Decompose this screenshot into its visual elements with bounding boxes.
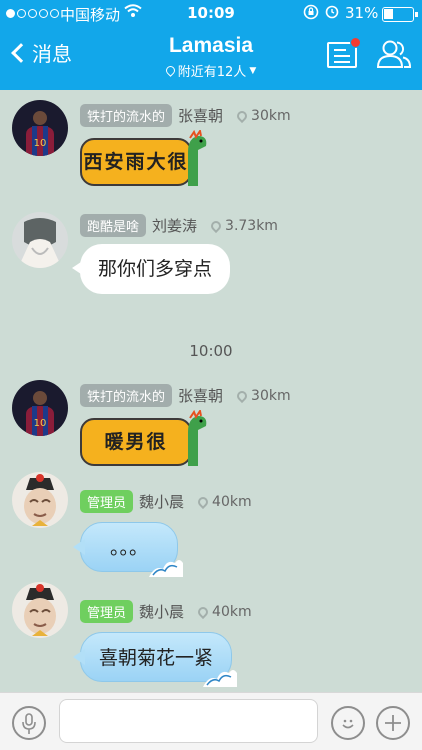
sender-name[interactable]: 刘姜涛 (152, 215, 197, 236)
text-bubble[interactable]: 喜朝菊花一紧 (73, 632, 238, 687)
sticker-message[interactable]: 暖男很 (80, 410, 207, 472)
nearby-selector[interactable]: 附近有12人 ▼ (111, 61, 311, 80)
emoji-button[interactable] (331, 706, 365, 740)
message-header: 铁打的流水的 张喜朝 30km (80, 384, 291, 407)
distance: 30km (251, 107, 291, 124)
wave-decoration-icon (203, 670, 238, 687)
message-text: 那你们多穿点 (98, 258, 213, 280)
people-icon (376, 40, 412, 68)
admin-tag: 管理员 (80, 490, 134, 513)
message-header: 铁打的流水的 张喜朝 30km (80, 104, 291, 127)
avatar[interactable] (12, 582, 68, 638)
nearby-count: 附近有12人 (177, 65, 247, 80)
chevron-down-icon: ▼ (249, 65, 257, 76)
location-pin-icon (234, 388, 250, 403)
wave-decoration-icon (149, 560, 183, 577)
sender-name[interactable]: 魏小晨 (139, 491, 184, 512)
smiley-icon (342, 719, 354, 729)
time-divider: 10:00 (189, 342, 233, 360)
list-button[interactable] (327, 37, 361, 68)
title-area[interactable]: Lamasia 附近有12人 ▼ (111, 34, 311, 80)
message-text: 喜朝菊花一紧 (99, 647, 214, 669)
user-title-tag: 跑酷是啥 (80, 214, 147, 237)
avatar[interactable] (12, 472, 68, 528)
message-text: 。。。 (109, 537, 148, 559)
notification-badge (350, 37, 361, 48)
message-header: 管理员 魏小晨 40km (80, 490, 252, 513)
avatar[interactable] (12, 212, 68, 268)
sticker-message[interactable]: 西安雨大很 (80, 130, 207, 192)
distance: 40km (212, 493, 252, 510)
user-title-tag: 铁打的流水的 (80, 104, 173, 127)
distance: 3.73km (225, 217, 278, 234)
location-pin-icon (234, 108, 250, 123)
rotation-lock-icon (303, 4, 319, 24)
group-members-button[interactable] (375, 38, 413, 74)
sender-name[interactable]: 魏小晨 (139, 601, 184, 622)
distance: 30km (251, 387, 291, 404)
message-header: 跑酷是啥 刘姜涛 3.73km (80, 214, 278, 237)
avatar[interactable]: 10 (12, 100, 68, 156)
battery-icon (382, 7, 418, 22)
sticker-text: 西安雨大很 (83, 151, 189, 173)
text-bubble[interactable]: 。。。 (73, 522, 183, 577)
location-pin-icon (163, 64, 177, 77)
plus-button[interactable] (376, 706, 410, 740)
svg-text:10: 10 (34, 418, 47, 429)
chevron-left-icon (11, 42, 31, 63)
top-bar: 中国移动 10:09 31% 消息 Lamasia 附近有12人 ▼ (0, 0, 422, 90)
voice-button[interactable] (12, 706, 46, 740)
battery-percent: 31% (345, 4, 379, 22)
sender-name[interactable]: 张喜朝 (178, 105, 223, 126)
svg-text:10: 10 (34, 138, 47, 149)
back-label: 消息 (32, 42, 72, 66)
back-button[interactable]: 消息 (8, 38, 72, 67)
status-bar: 中国移动 10:09 31% (0, 0, 422, 28)
chat-input-bar (0, 692, 422, 750)
admin-tag: 管理员 (80, 600, 134, 623)
avatar[interactable]: 10 (12, 380, 68, 436)
text-bubble[interactable]: 那你们多穿点 (72, 244, 231, 294)
page-title: Lamasia (168, 34, 254, 57)
sender-name[interactable]: 张喜朝 (178, 385, 223, 406)
location-pin-icon (195, 494, 211, 509)
location-pin-icon (195, 604, 211, 619)
microphone-icon (22, 713, 36, 734)
message-input[interactable] (59, 699, 318, 743)
distance: 40km (212, 603, 252, 620)
sticker-text: 暖男很 (104, 431, 168, 453)
location-pin-icon (208, 218, 224, 233)
user-title-tag: 铁打的流水的 (80, 384, 173, 407)
alarm-icon (324, 3, 340, 23)
plus-icon (385, 715, 401, 731)
message-header: 管理员 魏小晨 40km (80, 600, 252, 623)
